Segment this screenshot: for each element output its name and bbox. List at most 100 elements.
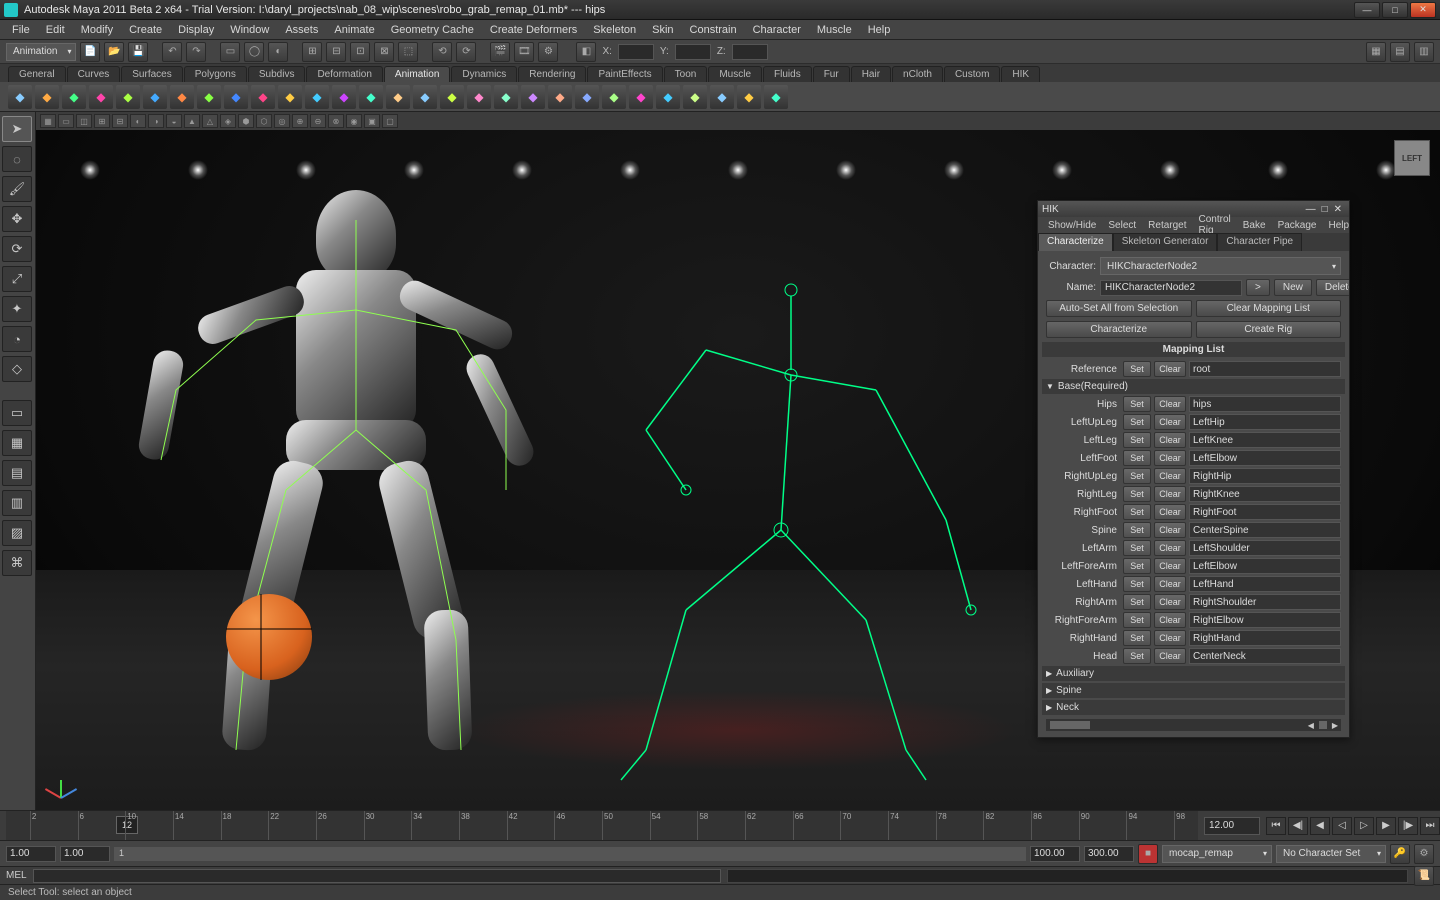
shelf-icon[interactable]: ◆: [278, 85, 302, 109]
step-back-icon[interactable]: ◀: [1310, 817, 1330, 835]
panel-icon[interactable]: ⊗: [328, 114, 344, 128]
shelf-icon[interactable]: ◆: [359, 85, 383, 109]
snap-plane-icon[interactable]: ⊠: [374, 42, 394, 62]
character-dropdown[interactable]: HIKCharacterNode2: [1100, 257, 1341, 275]
map-clear-button[interactable]: Clear: [1154, 648, 1186, 664]
shelf-icon[interactable]: ◆: [251, 85, 275, 109]
persp-graph-icon[interactable]: ▨: [2, 520, 32, 546]
shelf-tab-curves[interactable]: Curves: [67, 66, 121, 82]
map-set-button[interactable]: Set: [1123, 450, 1151, 466]
goto-end-icon[interactable]: ⏭: [1420, 817, 1440, 835]
ipr-icon[interactable]: 🎞: [514, 42, 534, 62]
menu-character[interactable]: Character: [745, 22, 809, 38]
map-set-button[interactable]: Set: [1123, 594, 1151, 610]
new-button[interactable]: New: [1274, 279, 1312, 296]
viewcube[interactable]: LEFT: [1394, 140, 1430, 176]
map-clear-button[interactable]: Clear: [1154, 414, 1186, 430]
map-set-button[interactable]: Set: [1123, 396, 1151, 412]
map-value[interactable]: LeftHand: [1189, 576, 1341, 592]
shelf-icon[interactable]: ◆: [386, 85, 410, 109]
hik-tab-characterize[interactable]: Characterize: [1038, 233, 1113, 251]
map-set-button[interactable]: Set: [1123, 576, 1151, 592]
map-value[interactable]: RightKnee: [1189, 486, 1341, 502]
menu-geometry cache[interactable]: Geometry Cache: [383, 22, 482, 38]
range-start-inner[interactable]: [60, 846, 110, 862]
layout2-icon[interactable]: ▤: [1390, 42, 1410, 62]
map-value[interactable]: RightShoulder: [1189, 594, 1341, 610]
play-back-icon[interactable]: ◁: [1332, 817, 1352, 835]
map-set-button[interactable]: Set: [1123, 432, 1151, 448]
map-set-button[interactable]: Set: [1123, 612, 1151, 628]
map-clear-button[interactable]: Clear: [1154, 450, 1186, 466]
character-set-dropdown[interactable]: No Character Set: [1276, 845, 1386, 863]
map-clear-button[interactable]: Clear: [1154, 594, 1186, 610]
hik-window[interactable]: HIK — □ ✕ Show/HideSelectRetargetControl…: [1037, 200, 1350, 738]
shelf-tab-toon[interactable]: Toon: [664, 66, 708, 82]
panel-icon[interactable]: ⊟: [112, 114, 128, 128]
map-clear-button[interactable]: Clear: [1154, 540, 1186, 556]
shelf-icon[interactable]: ◆: [413, 85, 437, 109]
panel-icon[interactable]: ◈: [220, 114, 236, 128]
go-button[interactable]: >: [1246, 279, 1270, 296]
step-fwd-icon[interactable]: ▶: [1376, 817, 1396, 835]
shelf-icon[interactable]: ◆: [602, 85, 626, 109]
shelf-tab-custom[interactable]: Custom: [944, 66, 1000, 82]
range-end-inner[interactable]: [1030, 846, 1080, 862]
base-section-header[interactable]: Base(Required): [1042, 379, 1345, 394]
createrig-button[interactable]: Create Rig: [1196, 321, 1342, 338]
shelf-tab-subdivs[interactable]: Subdivs: [248, 66, 306, 82]
name-input[interactable]: [1100, 280, 1242, 296]
snap-grid-icon[interactable]: ⊞: [302, 42, 322, 62]
new-scene-icon[interactable]: 📂: [104, 42, 124, 62]
shelf-icon[interactable]: ◆: [143, 85, 167, 109]
hik-max-icon[interactable]: □: [1322, 204, 1328, 215]
hik-close-icon[interactable]: ✕: [1334, 204, 1342, 215]
map-set-button[interactable]: Set: [1123, 540, 1151, 556]
lasso-icon[interactable]: ◯: [244, 42, 264, 62]
panel-icon[interactable]: ◒: [166, 114, 182, 128]
undo-icon[interactable]: ↶: [162, 42, 182, 62]
module-dropdown[interactable]: Animation: [6, 43, 76, 61]
panel-icon[interactable]: ⊞: [94, 114, 110, 128]
snap-point-icon[interactable]: ⊡: [350, 42, 370, 62]
shelf-icon[interactable]: ◆: [575, 85, 599, 109]
command-input[interactable]: [33, 869, 722, 883]
shelf-tab-surfaces[interactable]: Surfaces: [121, 66, 182, 82]
viewport[interactable]: LEFT HIK — □ ✕ Show/HideSelectRetargetCo…: [36, 130, 1440, 810]
map-value[interactable]: LeftHip: [1189, 414, 1341, 430]
shelf-tab-animation[interactable]: Animation: [384, 66, 450, 82]
hik-tab-skeletongenerator[interactable]: Skeleton Generator: [1113, 233, 1218, 251]
current-frame-field[interactable]: [1204, 817, 1260, 835]
shelf-icon[interactable]: ◆: [116, 85, 140, 109]
panel-icon[interactable]: ▲: [184, 114, 200, 128]
map-clear-button[interactable]: Clear: [1154, 396, 1186, 412]
panel-icon[interactable]: ▢: [382, 114, 398, 128]
map-clear-button[interactable]: Clear: [1154, 522, 1186, 538]
panel-icon[interactable]: ⊕: [292, 114, 308, 128]
history-icon[interactable]: ⟲: [432, 42, 452, 62]
map-clear-button[interactable]: Clear: [1154, 432, 1186, 448]
map-set-button[interactable]: Set: [1123, 522, 1151, 538]
panel-icon[interactable]: ⊖: [310, 114, 326, 128]
shelf-tab-ncloth[interactable]: nCloth: [892, 66, 943, 82]
panel-icon[interactable]: ⬡: [256, 114, 272, 128]
step-back-key-icon[interactable]: ◀|: [1288, 817, 1308, 835]
section-neck[interactable]: Neck: [1042, 700, 1345, 715]
time-slider[interactable]: 12 2610141822263034384246505458626670747…: [0, 810, 1440, 840]
range-start-outer[interactable]: [6, 846, 56, 862]
menu-create[interactable]: Create: [121, 22, 170, 38]
hik-min-icon[interactable]: —: [1306, 204, 1316, 215]
panel-icon[interactable]: ◑: [148, 114, 164, 128]
map-value[interactable]: LeftElbow: [1189, 450, 1341, 466]
menu-file[interactable]: File: [4, 22, 38, 38]
shelf-tab-rendering[interactable]: Rendering: [518, 66, 586, 82]
paint-icon[interactable]: ◐: [268, 42, 288, 62]
redo-icon[interactable]: ↷: [186, 42, 206, 62]
z-input[interactable]: [732, 44, 768, 60]
map-set-button[interactable]: Set: [1123, 558, 1151, 574]
panel-icon[interactable]: ▦: [40, 114, 56, 128]
shelf-tab-general[interactable]: General: [8, 66, 66, 82]
x-input[interactable]: [618, 44, 654, 60]
shelf-icon[interactable]: ◆: [197, 85, 221, 109]
hik-tab-characterpipe[interactable]: Character Pipe: [1217, 233, 1302, 251]
